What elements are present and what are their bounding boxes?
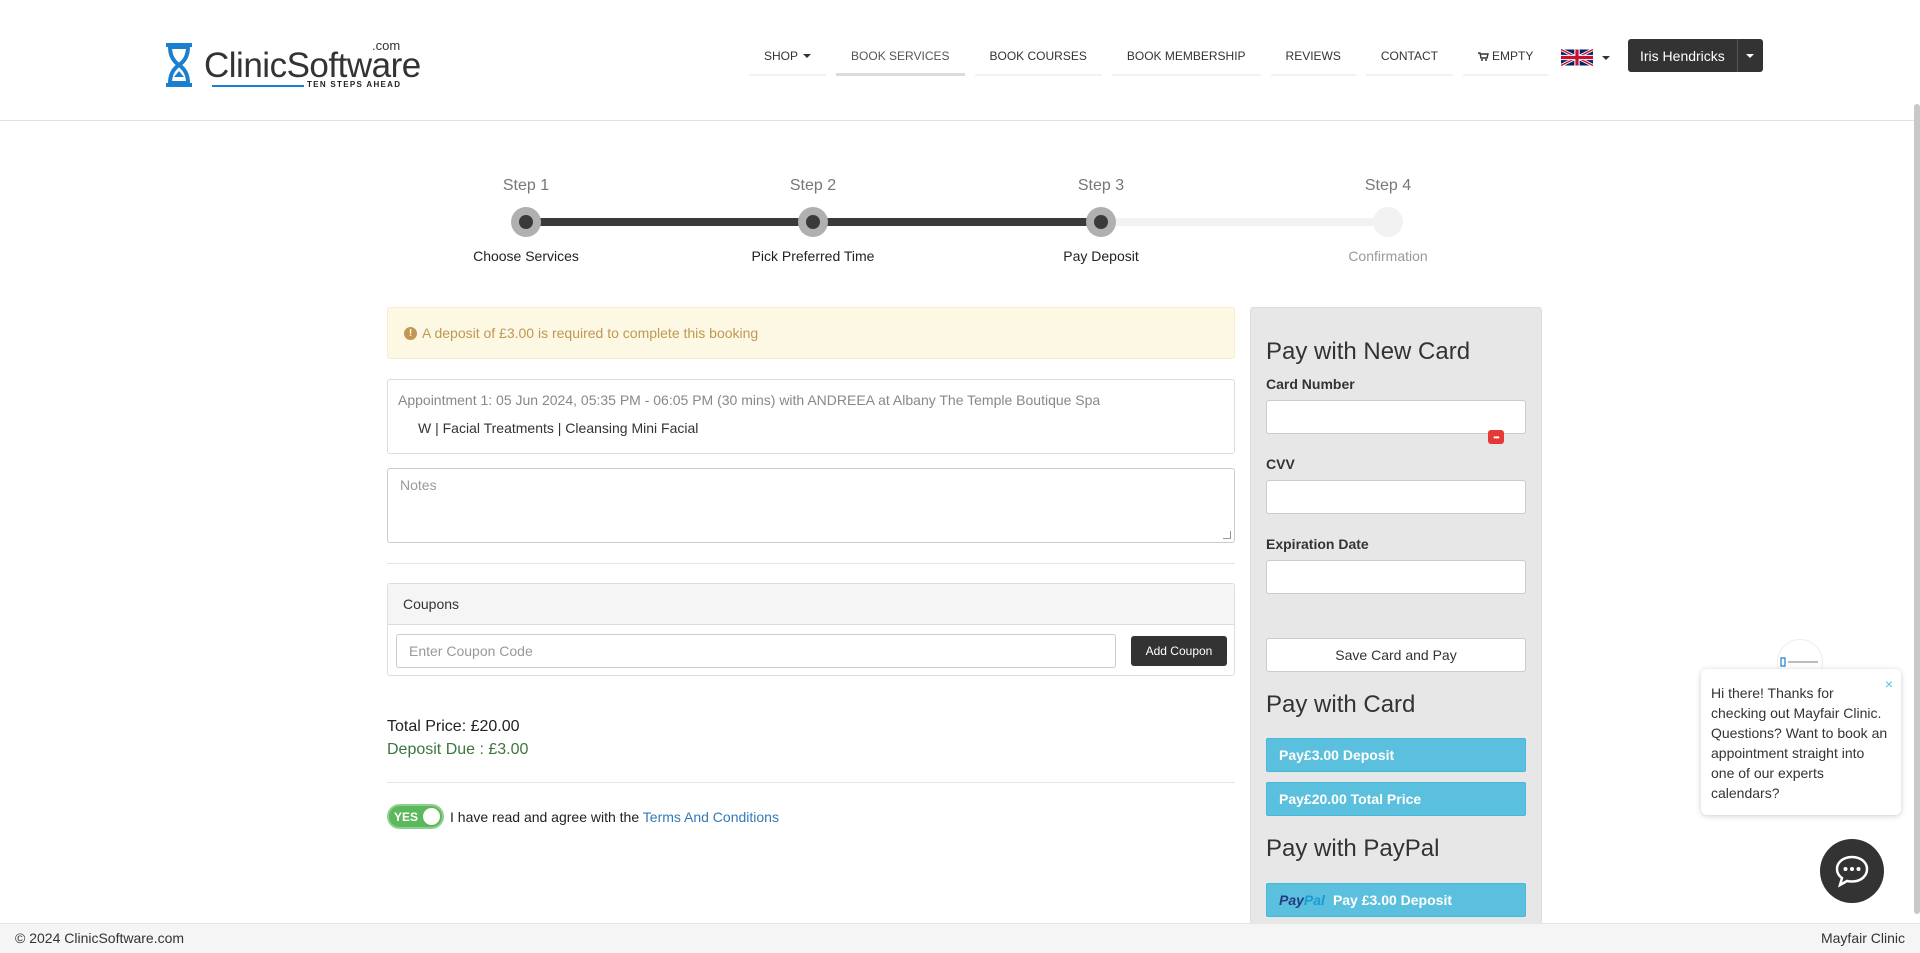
coupons-title: Coupons: [388, 584, 1234, 625]
step-3-title: Step 3: [1077, 177, 1125, 194]
step-1-dot[interactable]: [511, 207, 541, 237]
nav-reviews[interactable]: REVIEWS: [1270, 38, 1356, 76]
nav-book-courses[interactable]: BOOK COURSES: [974, 38, 1102, 76]
step-4-title: Step 4: [1364, 177, 1412, 194]
terms-text: I have read and agree with the: [450, 809, 640, 825]
nav-contact[interactable]: CONTACT: [1365, 38, 1453, 76]
footer-clinic-name: Mayfair Clinic: [1820, 930, 1905, 946]
add-coupon-button[interactable]: Add Coupon: [1131, 636, 1227, 666]
step-4-dot: [1373, 207, 1403, 237]
notes-placeholder: Notes: [400, 477, 437, 493]
site-header: ClinicSoftware .com TEN STEPS AHEAD SHOP…: [0, 0, 1920, 121]
card-number-label: Card Number: [1266, 376, 1355, 392]
appointment-summary: Appointment 1: 05 Jun 2024, 05:35 PM - 0…: [387, 379, 1235, 454]
nav-shop[interactable]: SHOP: [749, 38, 827, 76]
deposit-alert: ! A deposit of £3.00 is required to comp…: [387, 307, 1235, 359]
chat-bubble-icon: [1835, 855, 1869, 888]
nav-cart[interactable]: EMPTY: [1463, 38, 1549, 76]
terms-link[interactable]: Terms And Conditions: [643, 809, 779, 825]
step-2-dot[interactable]: [798, 207, 828, 237]
logo-dotcom: .com: [372, 38, 401, 53]
user-name-button[interactable]: Iris Hendricks: [1628, 39, 1738, 72]
cvv-input[interactable]: [1266, 480, 1526, 514]
divider: [387, 782, 1235, 783]
total-price: Total Price: £20.00: [387, 718, 520, 735]
coupons-panel: Coupons Enter Coupon Code Add Coupon: [387, 583, 1235, 676]
deposit-due: Deposit Due : £3.00: [387, 741, 529, 758]
step-1-label: Choose Services: [473, 248, 579, 264]
pay-new-card-title: Pay with New Card: [1266, 338, 1471, 365]
cart-icon: [1478, 51, 1489, 61]
resize-handle-icon[interactable]: [1223, 531, 1231, 539]
user-menu: Iris Hendricks: [1628, 39, 1763, 72]
main-nav: SHOP BOOK SERVICES BOOK COURSES BOOK MEM…: [744, 38, 1553, 78]
logo-tagline: TEN STEPS AHEAD: [307, 80, 402, 89]
close-icon[interactable]: ×: [1885, 674, 1893, 694]
expiry-label: Expiration Date: [1266, 536, 1369, 552]
step-2-title: Step 2: [789, 177, 837, 194]
language-caret-icon[interactable]: [1602, 56, 1610, 60]
appointment-service: W | Facial Treatments | Cleansing Mini F…: [418, 420, 699, 436]
pay-with-card-title: Pay with Card: [1266, 691, 1416, 718]
coupon-code-input[interactable]: Enter Coupon Code: [396, 634, 1116, 668]
pay-deposit-button[interactable]: Pay£3.00 Deposit: [1266, 738, 1526, 772]
nav-book-services[interactable]: BOOK SERVICES: [836, 38, 965, 76]
cvv-label: CVV: [1266, 456, 1295, 472]
chat-launcher-button[interactable]: [1820, 839, 1884, 903]
paypal-button-label: Pay £3.00 Deposit: [1332, 892, 1452, 908]
site-footer: © 2024 ClinicSoftware.com Mayfair Clinic: [0, 923, 1920, 953]
card-number-input[interactable]: [1266, 400, 1526, 434]
caret-down-icon: [803, 54, 812, 58]
deposit-alert-text: A deposit of £3.00 is required to comple…: [422, 325, 759, 341]
page-scrollbar[interactable]: [1914, 104, 1920, 914]
paypal-logo-icon: PayPal: [1279, 892, 1325, 908]
exclamation-circle-icon: !: [404, 326, 417, 340]
chat-message-text: Hi there! Thanks for checking out Mayfai…: [1711, 685, 1888, 801]
step-1-title: Step 1: [502, 177, 550, 194]
password-manager-icon[interactable]: •••: [1488, 430, 1504, 444]
step-3-label: Pay Deposit: [1063, 248, 1139, 264]
user-dropdown-toggle[interactable]: [1737, 39, 1763, 72]
nav-book-membership[interactable]: BOOK MEMBERSHIP: [1111, 38, 1261, 76]
terms-toggle[interactable]: YES: [387, 804, 444, 829]
step-2-label: Pick Preferred Time: [751, 248, 875, 264]
chat-message-bubble: × Hi there! Thanks for checking out Mayf…: [1701, 669, 1901, 815]
pay-total-button[interactable]: Pay£20.00 Total Price: [1266, 782, 1526, 816]
save-card-and-pay-button[interactable]: Save Card and Pay: [1266, 638, 1526, 672]
step-4-label: Confirmation: [1348, 248, 1428, 264]
toggle-label: YES: [394, 809, 419, 824]
toggle-knob: [423, 808, 440, 825]
hourglass-logo-icon: [166, 43, 192, 87]
paypal-deposit-button[interactable]: PayPal Pay £3.00 Deposit: [1266, 883, 1526, 917]
appointment-details: Appointment 1: 05 Jun 2024, 05:35 PM - 0…: [398, 392, 1101, 408]
divider: [387, 563, 1235, 564]
logo-underline: [212, 85, 304, 87]
footer-copyright: © 2024 ClinicSoftware.com: [15, 930, 185, 946]
step-3-dot[interactable]: [1086, 207, 1116, 237]
clinicsoftware-mini-logo-icon: [1780, 657, 1818, 667]
pay-with-paypal-title: Pay with PayPal: [1266, 835, 1440, 862]
payment-panel: Pay with New Card Card Number ••• CVV Ex…: [1250, 307, 1542, 927]
caret-down-icon: [1746, 53, 1755, 58]
terms-agreement: I have read and agree with the Terms And…: [450, 809, 779, 825]
expiry-input[interactable]: [1266, 560, 1526, 594]
clinicsoftware-logo[interactable]: ClinicSoftware .com TEN STEPS AHEAD: [162, 38, 421, 92]
notes-textarea[interactable]: Notes: [387, 468, 1235, 543]
uk-flag-icon[interactable]: [1561, 47, 1593, 68]
